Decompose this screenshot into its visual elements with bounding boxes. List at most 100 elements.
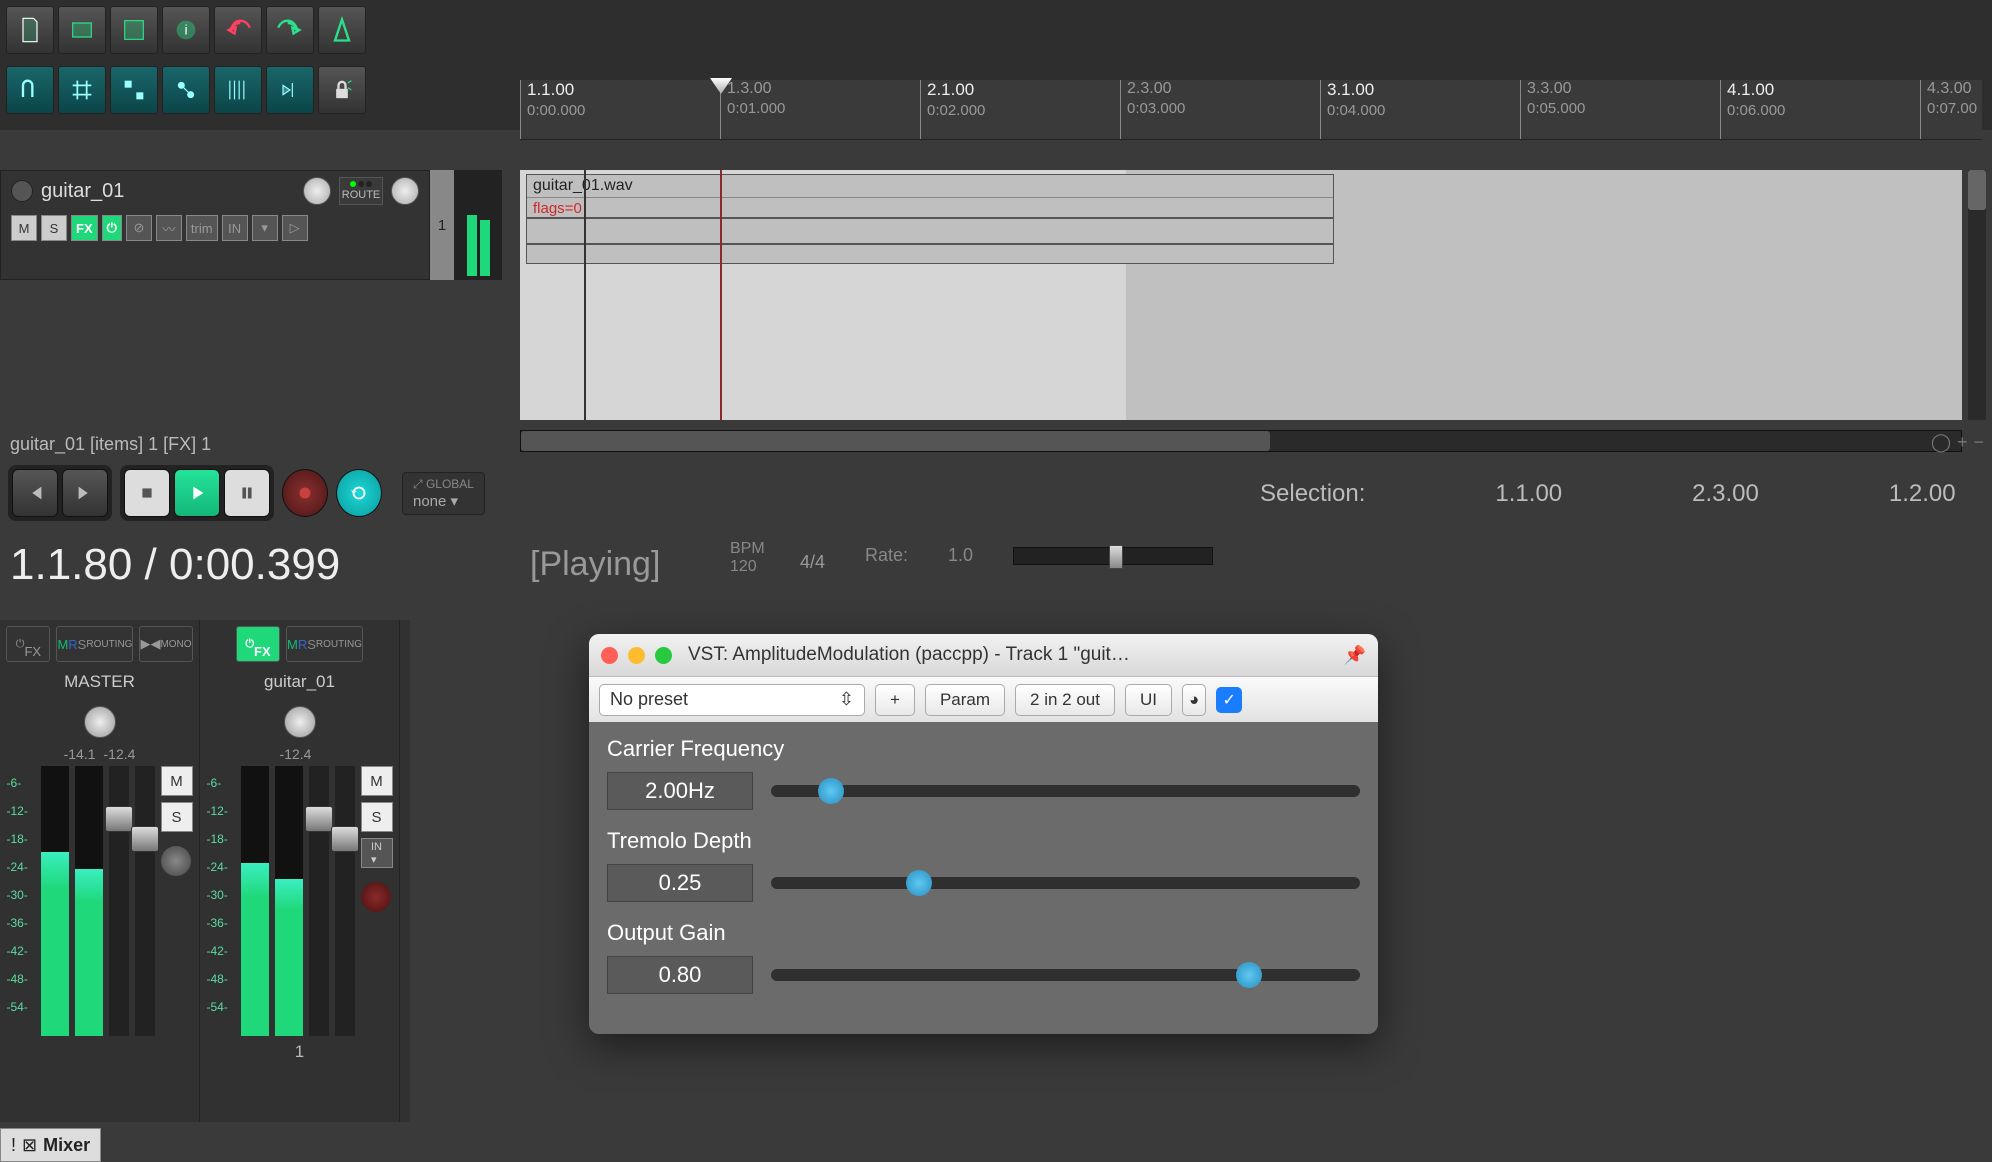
channel-routing-button[interactable]: M R SROUTING <box>56 626 133 662</box>
track-volume-knob[interactable] <box>303 177 331 205</box>
timeline-tick[interactable]: 1.1.000:00.000 <box>520 80 585 139</box>
close-icon[interactable] <box>601 647 618 664</box>
channel-fader[interactable] <box>109 766 129 1036</box>
channel-input-button[interactable]: IN▾ <box>361 838 393 868</box>
stop-button[interactable] <box>124 469 170 517</box>
save-project-button[interactable] <box>110 6 158 54</box>
phase-button[interactable]: ⊘ <box>126 215 152 241</box>
zoom-in-icon[interactable]: + <box>1957 432 1968 453</box>
param-value[interactable]: 0.25 <box>607 864 753 902</box>
timeline-tick[interactable]: 2.1.000:02.000 <box>920 80 985 139</box>
grid-button[interactable] <box>58 66 106 114</box>
gear-icon[interactable] <box>161 846 191 876</box>
edit-cursor[interactable] <box>584 170 586 420</box>
mixer-tab[interactable]: ! ⊠ Mixer <box>0 1128 101 1162</box>
open-project-button[interactable] <box>58 6 106 54</box>
channel-mute-button[interactable]: M <box>361 766 393 796</box>
param-value[interactable]: 0.80 <box>607 956 753 994</box>
time-display[interactable]: 1.1.80 / 0:00.399 <box>10 540 340 590</box>
mute-button[interactable]: M <box>11 215 37 241</box>
pause-button[interactable] <box>224 469 270 517</box>
ui-button[interactable]: UI <box>1125 684 1172 716</box>
timeline-tick[interactable]: 3.3.000:05.000 <box>1520 80 1585 139</box>
zoom-out-icon[interactable]: − <box>1973 432 1984 453</box>
channel-record-button[interactable] <box>361 882 391 912</box>
param-slider[interactable] <box>771 785 1360 797</box>
new-project-button[interactable] <box>6 6 54 54</box>
close-tab-icon[interactable]: ⊠ <box>22 1135 37 1156</box>
timeline-tick[interactable]: 2.3.000:03.000 <box>1120 80 1185 139</box>
bpm-display[interactable]: BPM 120 <box>730 540 765 576</box>
preset-add-button[interactable]: + <box>875 684 915 716</box>
horizontal-scrollbar[interactable] <box>520 430 1962 452</box>
selection-length[interactable]: 1.2.00 <box>1889 480 1956 508</box>
monitor-button[interactable]: ▷ <box>282 215 308 241</box>
quantize-button[interactable] <box>110 66 158 114</box>
trim-button[interactable]: trim <box>186 215 218 241</box>
channel-fader[interactable] <box>335 766 355 1036</box>
minimize-icon[interactable] <box>628 647 645 664</box>
io-button[interactable]: 2 in 2 out <box>1015 684 1115 716</box>
input-dropdown[interactable]: ▾ <box>252 215 278 241</box>
param-value[interactable]: 2.00Hz <box>607 772 753 810</box>
track-number[interactable]: 1 <box>430 170 454 280</box>
timeline-tick[interactable]: 4.1.000:06.000 <box>1720 80 1785 139</box>
go-start-button[interactable] <box>12 469 58 517</box>
play-button[interactable] <box>174 469 220 517</box>
track-pan-knob[interactable] <box>391 177 419 205</box>
channel-pan-knob[interactable] <box>284 706 316 738</box>
param-button[interactable]: Param <box>925 684 1005 716</box>
input-button[interactable]: IN <box>222 215 248 241</box>
automation-mode[interactable]: ⤢ GLOBAL none ▾ <box>402 472 485 515</box>
enabled-checkbox[interactable]: ✓ <box>1216 687 1242 713</box>
lock-button[interactable] <box>318 66 366 114</box>
param-slider[interactable] <box>771 969 1360 981</box>
ripple-edit-button[interactable] <box>266 66 314 114</box>
timeline-tick[interactable]: 4.3.000:07.00 <box>1920 80 1977 139</box>
channel-fx-button[interactable]: ⏻FX <box>236 626 280 662</box>
route-button[interactable]: ROUTE <box>339 177 383 205</box>
track-name[interactable]: guitar_01 <box>41 180 295 203</box>
zoom-reset-icon[interactable]: ◯ <box>1931 432 1951 453</box>
record-arm-button[interactable] <box>11 180 33 202</box>
vertical-scrollbar[interactable] <box>1968 170 1986 420</box>
selection-end[interactable]: 2.3.00 <box>1692 480 1759 508</box>
channel-fader[interactable] <box>309 766 329 1036</box>
bypass-knob[interactable]: ◕ <box>1182 684 1206 716</box>
pin-icon[interactable]: 📌 <box>1344 645 1366 666</box>
solo-button[interactable]: S <box>41 215 67 241</box>
zoom-controls[interactable]: ◯ +− <box>1931 432 1984 453</box>
plugin-window[interactable]: VST: AmplitudeModulation (paccpp) - Trac… <box>589 634 1378 1034</box>
redo-button[interactable] <box>266 6 314 54</box>
channel-solo-button[interactable]: S <box>161 802 193 832</box>
envelope-button[interactable]: 〰 <box>156 215 182 241</box>
selection-start[interactable]: 1.1.00 <box>1495 480 1562 508</box>
fx-button[interactable]: FX <box>71 215 98 241</box>
record-button[interactable] <box>282 469 328 517</box>
arrange-area[interactable]: guitar_01.wav flags=0 <box>520 170 1962 420</box>
rate-slider[interactable] <box>1013 547 1213 565</box>
fx-bypass-button[interactable]: ⏻ <box>102 215 122 241</box>
timesig-display[interactable]: 4/4 <box>800 552 825 573</box>
metronome-button[interactable] <box>318 6 366 54</box>
snap-button[interactable] <box>6 66 54 114</box>
channel-mono-button[interactable]: ▶◀MONO <box>139 626 192 662</box>
audio-clip[interactable]: guitar_01.wav flags=0 <box>526 174 1334 264</box>
timeline-tick[interactable]: 3.1.000:04.000 <box>1320 80 1385 139</box>
channel-solo-button[interactable]: S <box>361 802 393 832</box>
timeline-ruler[interactable]: 1.1.000:00.000 1.3.000:01.000 2.1.000:02.0… <box>520 80 1982 140</box>
go-end-button[interactable] <box>62 469 108 517</box>
channel-fader[interactable] <box>135 766 155 1036</box>
timeline-tick[interactable]: 1.3.000:01.000 <box>720 80 785 139</box>
channel-mute-button[interactable]: M <box>161 766 193 796</box>
channel-pan-knob[interactable] <box>84 706 116 738</box>
plugin-titlebar[interactable]: VST: AmplitudeModulation (paccpp) - Trac… <box>589 634 1378 676</box>
channel-fx-button[interactable]: ⏻FX <box>6 626 50 662</box>
fullscreen-icon[interactable] <box>655 647 672 664</box>
channel-routing-button[interactable]: M R SROUTING <box>286 626 363 662</box>
relative-snap-button[interactable] <box>162 66 210 114</box>
gridlines-button[interactable] <box>214 66 262 114</box>
project-info-button[interactable]: i <box>162 6 210 54</box>
undo-button[interactable] <box>214 6 262 54</box>
preset-select[interactable]: No preset⇳ <box>599 684 865 716</box>
